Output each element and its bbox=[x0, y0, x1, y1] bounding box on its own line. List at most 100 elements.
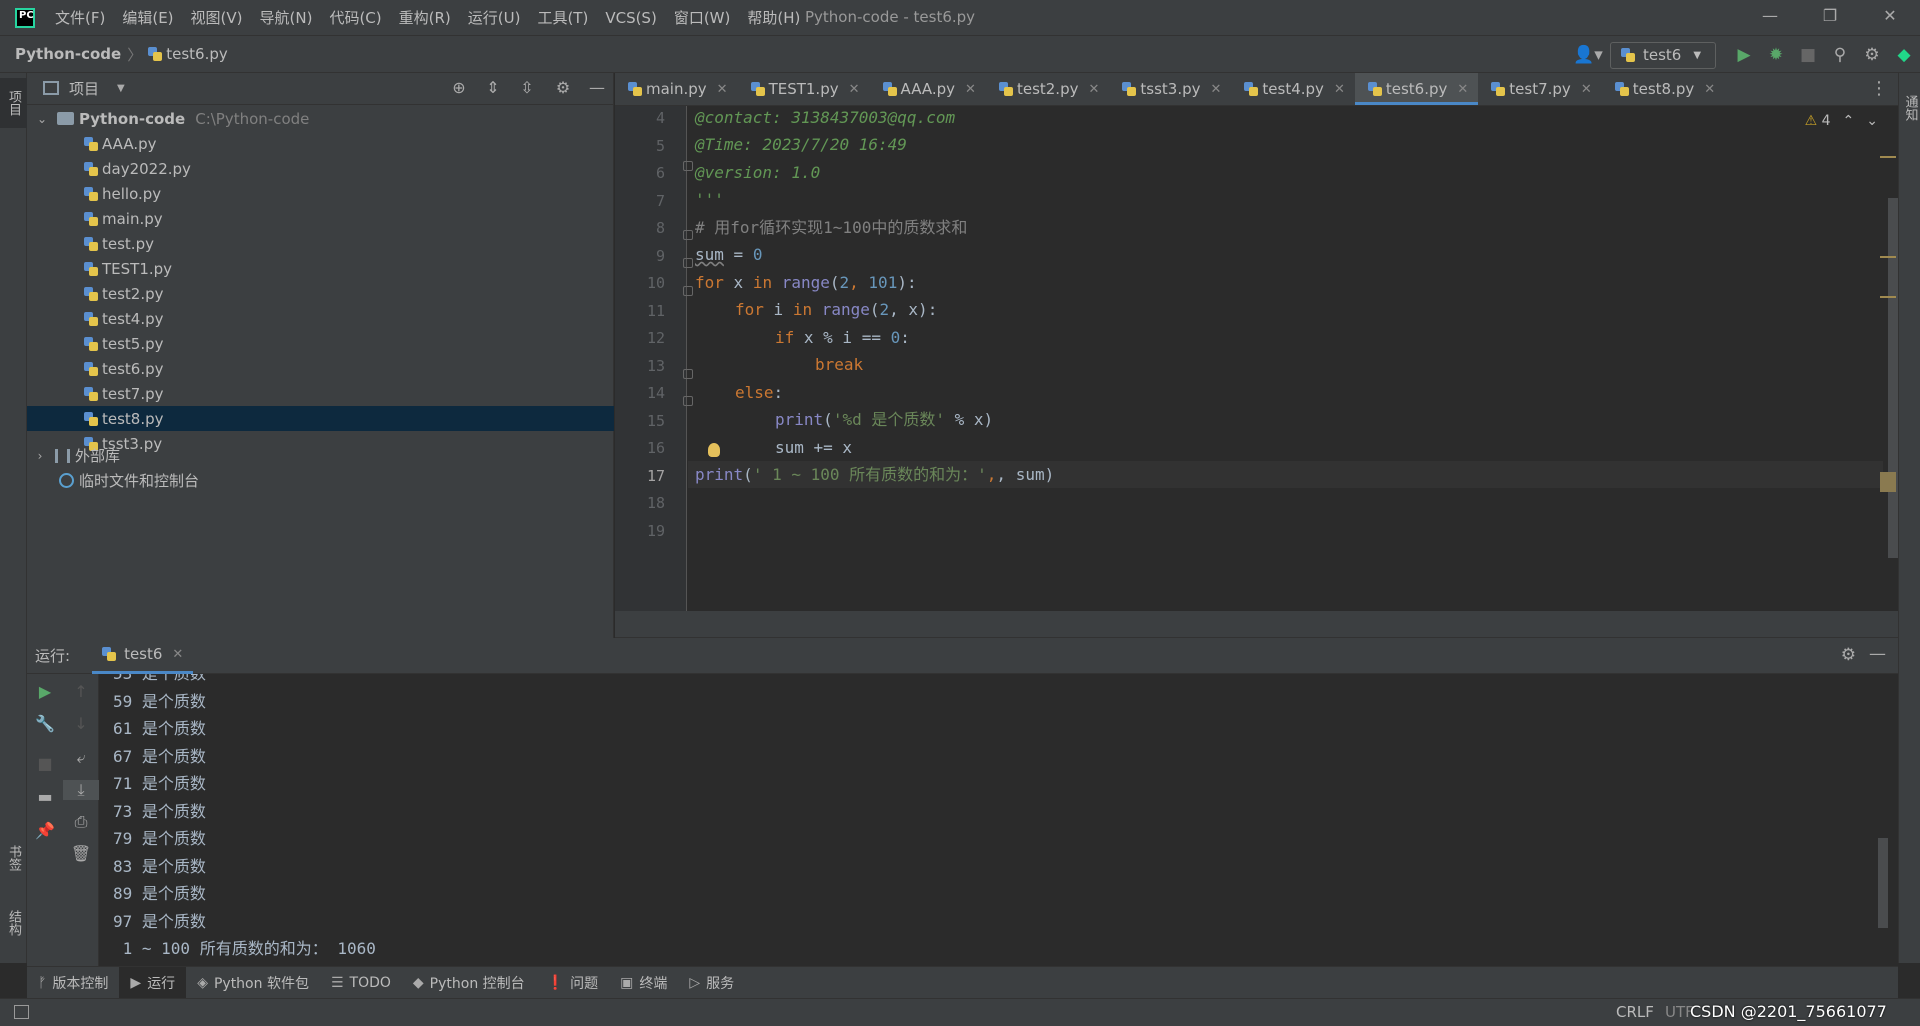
print-icon[interactable]: ⎙ bbox=[63, 812, 99, 832]
editor-tab[interactable]: TEST1.py ✕ bbox=[738, 73, 870, 105]
project-file-item[interactable]: test2.py bbox=[27, 281, 614, 306]
close-icon[interactable]: ✕ bbox=[717, 82, 728, 97]
structure-tool-tab[interactable]: 结构 bbox=[0, 898, 27, 948]
menu-help[interactable]: 帮助(H) bbox=[747, 7, 800, 28]
notifications-tool-tab[interactable]: 通知 bbox=[1899, 83, 1920, 133]
close-icon[interactable]: ✕ bbox=[172, 647, 183, 662]
expand-all-icon[interactable]: ⇕ bbox=[482, 78, 504, 100]
debug-icon[interactable]: ✹ bbox=[1760, 39, 1792, 71]
line-separator-indicator[interactable]: CRLF bbox=[1616, 1003, 1654, 1021]
collapse-all-icon[interactable]: ⇳ bbox=[516, 78, 538, 100]
tree-scratches[interactable]: 临时文件和控制台 bbox=[27, 468, 614, 493]
close-icon[interactable]: ✕ bbox=[1457, 82, 1468, 97]
bookmarks-tool-tab[interactable]: 书签 bbox=[0, 833, 27, 883]
chevron-right-icon[interactable]: › bbox=[33, 449, 47, 463]
tree-root-folder[interactable]: ⌄ Python-code C:\Python-code bbox=[27, 106, 614, 131]
arrow-down-icon[interactable]: ↓ bbox=[63, 714, 99, 733]
close-icon[interactable]: ✕ bbox=[965, 82, 976, 97]
layout-toggle-icon[interactable] bbox=[14, 1005, 29, 1019]
close-icon[interactable]: ✕ bbox=[849, 82, 860, 97]
chevron-up-icon[interactable]: ⌃ bbox=[1843, 113, 1855, 129]
close-window-icon[interactable]: ✕ bbox=[1870, 6, 1910, 28]
restore-icon[interactable]: ❐ bbox=[1810, 6, 1850, 28]
pin-icon[interactable]: 📌 bbox=[27, 821, 63, 840]
breadcrumb-project[interactable]: Python-code bbox=[15, 45, 121, 63]
project-tool-tab[interactable]: 项目 bbox=[0, 78, 27, 128]
menu-refactor[interactable]: 重构(R) bbox=[399, 7, 451, 28]
console-scrollbar[interactable] bbox=[1878, 838, 1888, 928]
close-icon[interactable]: ✕ bbox=[1334, 82, 1345, 97]
run-icon[interactable]: ▶ bbox=[1728, 39, 1760, 71]
tool-tab[interactable]: ᚠ 版本控制 bbox=[27, 967, 119, 999]
console-output[interactable]: 53 是个质数 59 是个质数 61 是个质数 67 是个质数 71 是个质数 73 是个… bbox=[101, 674, 1881, 966]
menu-view[interactable]: 视图(V) bbox=[191, 7, 243, 28]
gear-icon[interactable]: ⚙ bbox=[552, 78, 574, 100]
tool-tab[interactable]: ☰ TODO bbox=[320, 967, 402, 999]
project-file-item[interactable]: test8.py bbox=[27, 406, 614, 431]
project-file-item[interactable]: day2022.py bbox=[27, 156, 614, 181]
editor-tab[interactable]: test6.py ✕ bbox=[1354, 73, 1479, 105]
editor-tab[interactable]: tsst3.py ✕ bbox=[1109, 73, 1231, 105]
menu-code[interactable]: 代码(C) bbox=[329, 7, 381, 28]
stop-icon[interactable]: ■ bbox=[1792, 39, 1824, 71]
chevron-down-icon[interactable]: ⌄ bbox=[1866, 113, 1878, 129]
project-file-item[interactable]: test7.py bbox=[27, 381, 614, 406]
minimize-icon[interactable]: — bbox=[1750, 6, 1790, 28]
wrench-icon[interactable]: 🔧 bbox=[27, 714, 63, 733]
user-icon[interactable]: 👤▾ bbox=[1566, 39, 1610, 71]
jetbrains-icon[interactable]: ◆ bbox=[1888, 39, 1920, 71]
locate-icon[interactable]: ⊕ bbox=[448, 78, 470, 100]
menu-edit[interactable]: 编辑(E) bbox=[122, 7, 173, 28]
editor-tab[interactable]: AAA.py ✕ bbox=[870, 73, 986, 105]
project-file-item[interactable]: test6.py bbox=[27, 356, 614, 381]
menu-vcs[interactable]: VCS(S) bbox=[605, 9, 656, 27]
menu-navigate[interactable]: 导航(N) bbox=[260, 7, 313, 28]
close-icon[interactable]: ✕ bbox=[1581, 82, 1592, 97]
project-file-item[interactable]: AAA.py bbox=[27, 131, 614, 156]
stop-icon[interactable]: ■ bbox=[27, 754, 63, 773]
gear-icon[interactable]: ⚙ bbox=[1841, 645, 1856, 665]
close-icon[interactable]: ✕ bbox=[1088, 82, 1099, 97]
menu-window[interactable]: 窗口(W) bbox=[674, 7, 731, 28]
hide-icon[interactable]: — bbox=[586, 78, 608, 100]
tool-tab[interactable]: ❗ 问题 bbox=[536, 967, 609, 999]
fold-marker-icon[interactable] bbox=[683, 230, 693, 240]
trash-icon[interactable]: 🗑 bbox=[63, 844, 99, 863]
tool-tab[interactable]: ▶ 运行 bbox=[119, 966, 187, 999]
fold-marker-icon[interactable] bbox=[683, 161, 693, 171]
search-icon[interactable]: ⚲ bbox=[1824, 39, 1856, 71]
arrow-up-icon[interactable]: ↑ bbox=[63, 682, 99, 701]
project-panel-title[interactable]: 项目 bbox=[69, 78, 99, 99]
menu-run[interactable]: 运行(U) bbox=[468, 7, 521, 28]
hide-icon[interactable]: — bbox=[1869, 644, 1886, 664]
tool-tab[interactable]: ▣ 终端 bbox=[609, 967, 678, 999]
project-file-item[interactable]: TEST1.py bbox=[27, 256, 614, 281]
project-file-item[interactable]: test4.py bbox=[27, 306, 614, 331]
project-file-item[interactable]: hello.py bbox=[27, 181, 614, 206]
scroll-to-end-icon[interactable]: ⤓ bbox=[63, 780, 99, 800]
editor-scrollbar[interactable] bbox=[1888, 198, 1898, 558]
project-file-item[interactable]: main.py bbox=[27, 206, 614, 231]
close-icon[interactable]: ✕ bbox=[1211, 82, 1222, 97]
fold-marker-icon[interactable] bbox=[683, 258, 693, 268]
tool-tab[interactable]: ▷ 服务 bbox=[678, 967, 745, 999]
lightbulb-icon[interactable] bbox=[708, 443, 720, 457]
soft-wrap-icon[interactable]: ⤶ bbox=[63, 748, 99, 768]
chevron-down-icon[interactable]: ▼ bbox=[117, 83, 125, 94]
run-tab-test6[interactable]: test6 ✕ bbox=[92, 638, 194, 674]
more-tabs-icon[interactable]: ⋮ bbox=[1870, 78, 1888, 99]
editor-tab[interactable]: test4.py ✕ bbox=[1231, 73, 1354, 105]
layout-icon[interactable]: ▬ bbox=[27, 787, 63, 806]
tool-tab[interactable]: ◆ Python 控制台 bbox=[402, 967, 536, 999]
chevron-down-icon[interactable]: ⌄ bbox=[35, 112, 49, 126]
code-editor[interactable]: 4 5 6 7 8 9 10 11 12 13 14 15 16 17 18 19 @contact: 313… bbox=[615, 106, 1898, 611]
editor-tab[interactable]: test7.py ✕ bbox=[1478, 73, 1601, 105]
project-file-item[interactable]: test5.py bbox=[27, 331, 614, 356]
editor-tab[interactable]: test8.py ✕ bbox=[1602, 73, 1725, 105]
inspection-widget[interactable]: ⚠ 4 ⌃ ⌄ bbox=[1805, 113, 1878, 129]
tree-external-libraries[interactable]: › 外部库 bbox=[27, 443, 614, 468]
menu-file[interactable]: 文件(F) bbox=[55, 7, 105, 28]
run-config-selector[interactable]: test6 ▼ bbox=[1610, 41, 1716, 69]
gear-icon[interactable]: ⚙ bbox=[1856, 39, 1888, 71]
fold-marker-icon[interactable] bbox=[683, 286, 693, 296]
